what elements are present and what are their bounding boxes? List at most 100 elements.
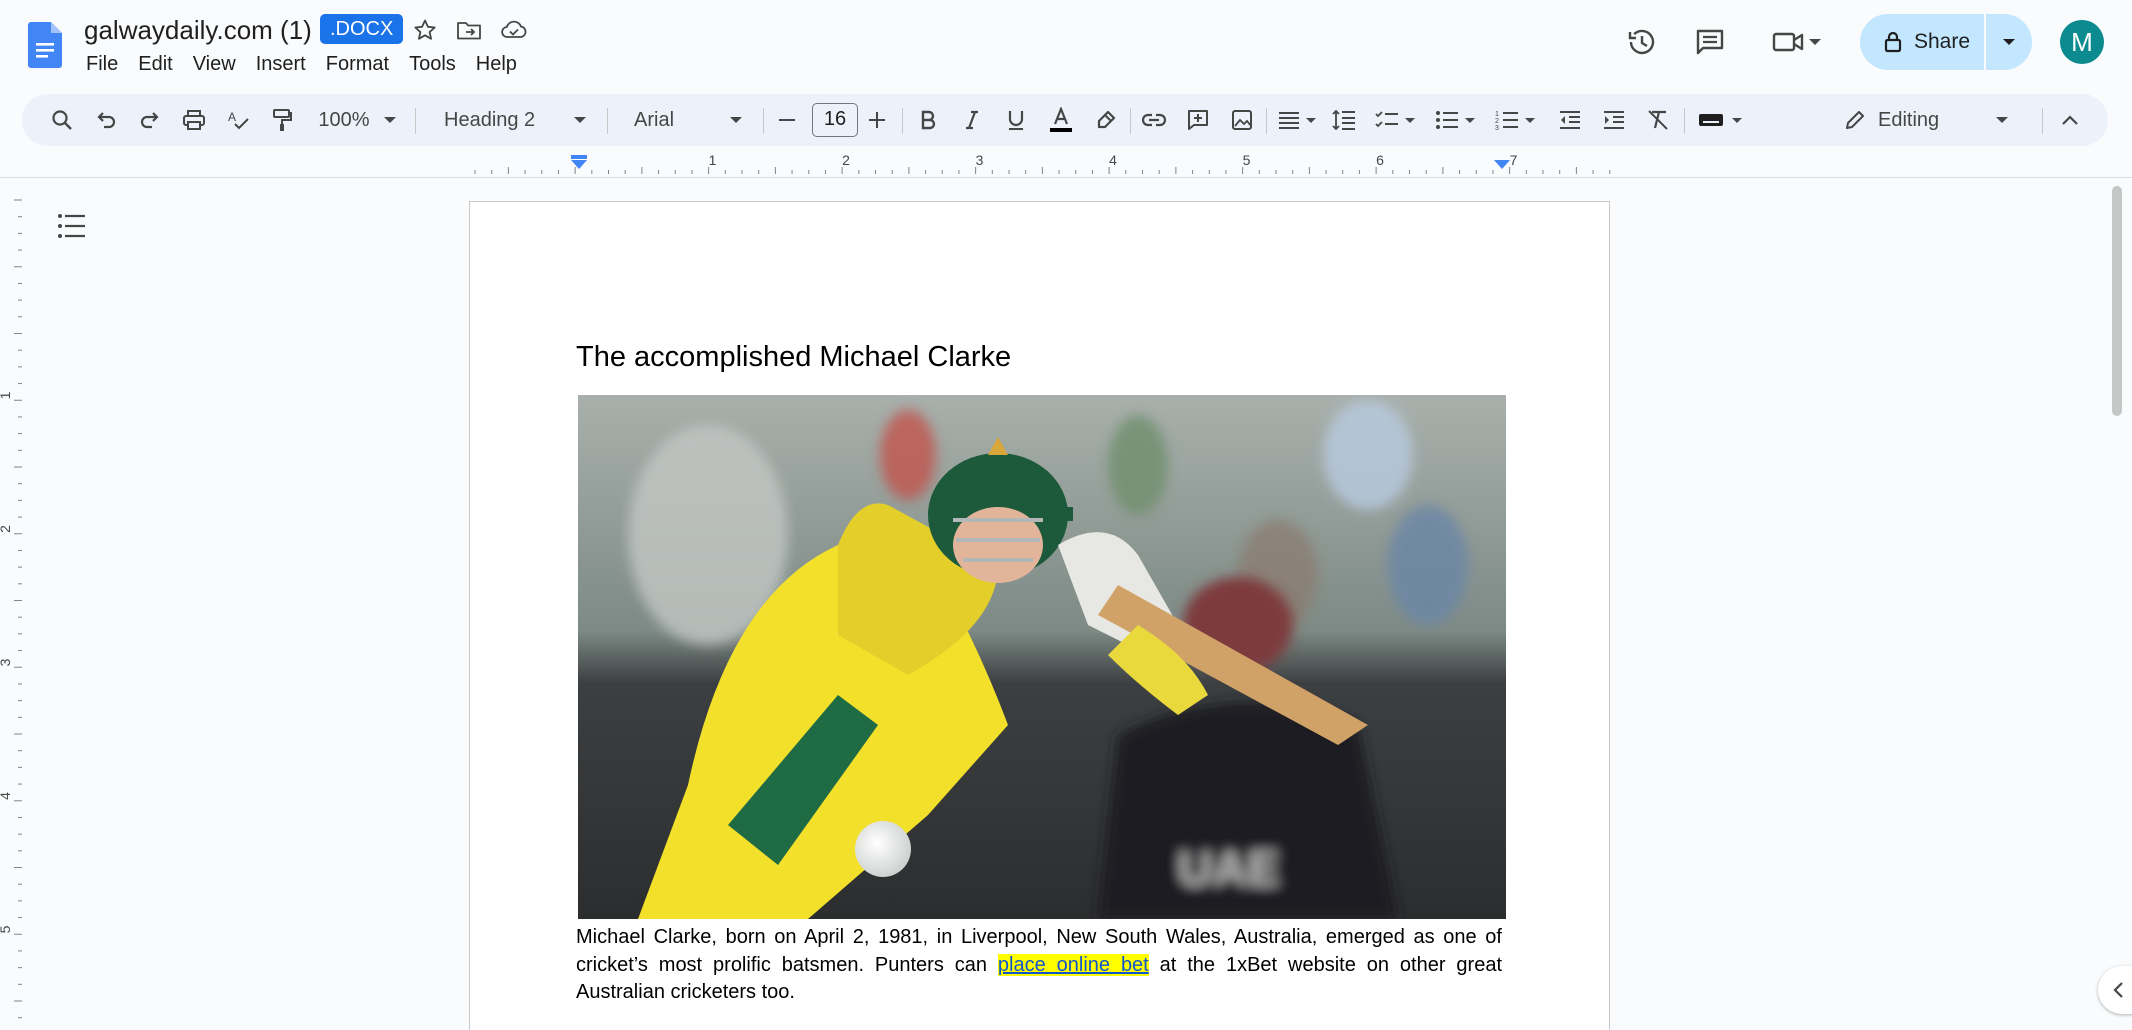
paint-format-icon[interactable] xyxy=(264,102,300,138)
cloud-saved-icon[interactable] xyxy=(500,16,528,44)
increase-font-size-button[interactable] xyxy=(860,102,894,138)
left-indent-marker[interactable] xyxy=(571,160,587,169)
hide-menus-icon[interactable] xyxy=(2052,102,2088,138)
docs-logo-icon[interactable] xyxy=(28,22,62,68)
document-heading[interactable]: The accomplished Michael Clarke xyxy=(576,341,1011,374)
ruler-number: 3 xyxy=(0,658,13,666)
ruler-number: 3 xyxy=(976,152,984,168)
ruler-divider xyxy=(0,177,2132,178)
share-button[interactable]: Share xyxy=(1860,14,2032,70)
chevron-down-icon xyxy=(730,117,742,123)
side-panel-toggle[interactable] xyxy=(2098,966,2132,1014)
svg-text:UAE: UAE xyxy=(1178,843,1279,896)
highlighted-link[interactable]: place online bet xyxy=(997,953,1149,976)
editing-mode-label: Editing xyxy=(1878,108,1940,131)
cricket-player-image[interactable]: UAE xyxy=(578,395,1506,919)
meet-dropdown-icon[interactable] xyxy=(1803,22,1827,62)
search-menus-icon[interactable] xyxy=(44,102,80,138)
divider xyxy=(763,108,764,134)
italic-icon[interactable] xyxy=(954,102,990,138)
decrease-indent-icon[interactable] xyxy=(1552,102,1588,138)
highlight-color-icon[interactable] xyxy=(1088,102,1124,138)
first-line-indent-marker[interactable] xyxy=(571,155,587,159)
svg-text:2: 2 xyxy=(1495,118,1499,125)
checklist-dropdown[interactable] xyxy=(1370,102,1420,138)
input-tools-dropdown[interactable] xyxy=(1692,102,1748,138)
spellcheck-icon[interactable]: A xyxy=(220,102,256,138)
print-icon[interactable] xyxy=(176,102,212,138)
zoom-select[interactable]: 100% xyxy=(312,102,402,138)
ruler-number: 1 xyxy=(709,152,717,168)
svg-text:3: 3 xyxy=(1495,125,1499,131)
chevron-down-icon xyxy=(1996,117,2008,123)
formatting-toolbar: A 100% Heading 2 Arial 16 1 2 3 Editing xyxy=(22,94,2108,146)
title-bar: galwaydaily.com (1) .DOCX File Edit View… xyxy=(0,0,2132,88)
share-label: Share xyxy=(1914,30,1971,53)
vertical-scrollbar[interactable] xyxy=(2112,186,2122,416)
meet-video-icon[interactable] xyxy=(1768,22,1808,62)
chevron-down-icon xyxy=(2003,39,2015,45)
insert-image-icon[interactable] xyxy=(1224,102,1260,138)
divider xyxy=(1266,108,1267,134)
numbered-list-dropdown[interactable]: 123 xyxy=(1490,102,1540,138)
font-size-input[interactable]: 16 xyxy=(812,103,858,137)
menu-insert[interactable]: Insert xyxy=(246,50,316,78)
checklist-icon xyxy=(1375,111,1398,128)
add-comment-icon[interactable] xyxy=(1180,102,1216,138)
menu-file[interactable]: File xyxy=(76,50,128,78)
underline-icon[interactable] xyxy=(998,102,1034,138)
paragraph-style-select[interactable]: Heading 2 xyxy=(430,102,600,138)
document-outline-icon[interactable] xyxy=(54,208,90,244)
text-color-icon[interactable] xyxy=(1042,102,1080,138)
bulleted-list-dropdown[interactable] xyxy=(1430,102,1480,138)
horizontal-ruler[interactable]: 1 2 3 4 5 6 7 xyxy=(470,150,1620,180)
insert-link-icon[interactable] xyxy=(1136,102,1172,138)
document-title[interactable]: galwaydaily.com (1) xyxy=(84,14,312,46)
share-dropdown-button[interactable] xyxy=(1986,37,2032,47)
vertical-ruler[interactable]: 1 2 3 4 5 xyxy=(0,180,24,1030)
menu-tools[interactable]: Tools xyxy=(399,50,466,78)
keyboard-icon xyxy=(1699,114,1723,126)
increase-indent-icon[interactable] xyxy=(1596,102,1632,138)
move-folder-icon[interactable] xyxy=(455,16,483,44)
menu-view[interactable]: View xyxy=(183,50,246,78)
version-history-icon[interactable] xyxy=(1622,22,1662,62)
chevron-down-icon xyxy=(1525,117,1535,123)
decrease-font-size-button[interactable] xyxy=(770,102,804,138)
line-spacing-icon[interactable] xyxy=(1326,102,1362,138)
docx-badge: .DOCX xyxy=(320,14,404,44)
align-justify-icon xyxy=(1279,112,1299,129)
divider xyxy=(2042,108,2043,134)
svg-text:1: 1 xyxy=(1495,111,1499,118)
undo-icon[interactable] xyxy=(88,102,124,138)
align-dropdown[interactable] xyxy=(1272,102,1322,138)
chevron-down-icon xyxy=(1732,117,1742,123)
menu-edit[interactable]: Edit xyxy=(128,50,182,78)
document-page[interactable]: The accomplished Michael Clarke UAE Mich… xyxy=(469,201,1610,1030)
menu-help[interactable]: Help xyxy=(466,50,527,78)
body-paragraph[interactable]: Michael Clarke, born on April 2, 1981, i… xyxy=(576,924,1502,1007)
divider xyxy=(415,108,416,134)
divider xyxy=(902,108,903,134)
right-indent-marker[interactable] xyxy=(1494,160,1510,169)
pencil-icon xyxy=(1846,111,1864,129)
menu-format[interactable]: Format xyxy=(316,50,399,78)
bold-icon[interactable] xyxy=(910,102,946,138)
chevron-left-icon xyxy=(2113,982,2123,998)
avatar[interactable]: M xyxy=(2060,20,2104,64)
editing-mode-dropdown[interactable]: Editing xyxy=(1834,102,2034,138)
share-main-button[interactable]: Share xyxy=(1860,14,1986,70)
font-family-value: Arial xyxy=(634,108,675,131)
chevron-down-icon xyxy=(574,117,586,123)
redo-icon[interactable] xyxy=(132,102,168,138)
font-family-select[interactable]: Arial xyxy=(620,102,756,138)
comments-icon[interactable] xyxy=(1690,22,1730,62)
lock-icon xyxy=(1884,31,1902,53)
ruler-number: 7 xyxy=(1510,152,1518,168)
menu-bar: File Edit View Insert Format Tools Help xyxy=(76,50,527,78)
ruler-number: 4 xyxy=(1109,152,1117,168)
chevron-down-icon xyxy=(383,117,396,123)
clear-formatting-icon[interactable] xyxy=(1640,102,1676,138)
star-icon[interactable] xyxy=(411,16,439,44)
ruler-number: 1 xyxy=(0,391,13,399)
